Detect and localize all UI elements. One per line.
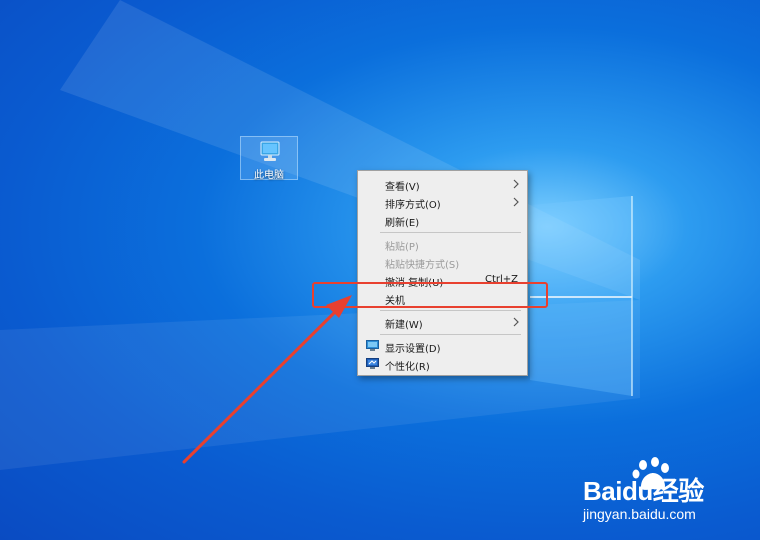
watermark-brand: Baidu经验 [583, 476, 704, 506]
watermark-url: jingyan.baidu.com [583, 506, 696, 522]
baidu-jingyan-watermark: Baidu经验 jingyan.baidu.com [583, 457, 743, 527]
desktop[interactable]: 此电脑 查看(V) 排序方式(O) 刷新(E) 粘贴(P) 粘贴快捷方式(S) … [0, 0, 760, 540]
